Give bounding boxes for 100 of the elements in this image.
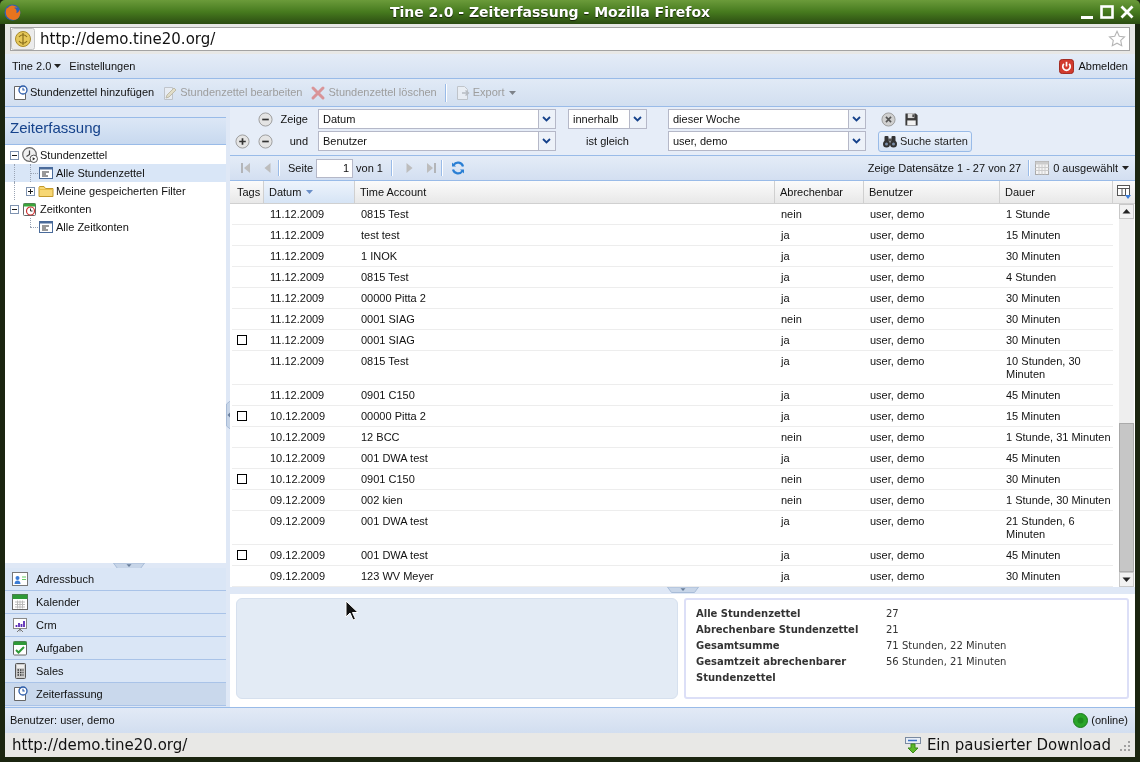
- minus-circle-icon[interactable]: [258, 111, 273, 127]
- table-cell-text: 002 kien: [360, 493, 404, 508]
- table-cell-text: 30 Minuten: [1005, 312, 1062, 327]
- table-cell-text: ja: [779, 514, 791, 529]
- calendar-clock-icon: [22, 201, 38, 217]
- table-cell-text: 30 Minuten: [1005, 472, 1062, 487]
- table-cell-text: 09.12.2009: [269, 514, 327, 529]
- expand-icon[interactable]: [26, 186, 35, 196]
- table-cell-text: 0001 SIAG: [360, 312, 416, 327]
- mouse-pointer-icon: [345, 600, 359, 621]
- table-cell-text: 0001 SIAG: [360, 333, 416, 348]
- filter-label: Zeige: [280, 111, 308, 127]
- record-count: Zeige Datensätze 1 - 27 von 27: [867, 160, 1022, 176]
- app-item[interactable]: Adressbuch: [5, 568, 226, 591]
- clear-filter-icon[interactable]: [881, 111, 896, 127]
- page-label: Seite: [288, 160, 314, 176]
- table-cell-text: user, demo: [869, 514, 926, 529]
- table-cell-text: 1 Stunde, 30 Minuten: [1005, 493, 1112, 508]
- selection-button[interactable]: 0 ausgewählt: [1034, 158, 1129, 178]
- table-cell-text: 15 Minuten: [1005, 409, 1062, 424]
- star-icon[interactable]: [1108, 30, 1126, 48]
- table-cell-text: user, demo: [869, 409, 926, 424]
- column-header[interactable]: Time Account: [355, 181, 775, 203]
- table-cell-text: 0901 C150: [360, 388, 416, 403]
- page-field[interactable]: 1: [316, 158, 354, 178]
- save-icon[interactable]: [904, 111, 919, 127]
- address-field[interactable]: http://demo.tine20.org/: [10, 27, 1130, 51]
- column-header[interactable]: Dauer: [1000, 181, 1113, 203]
- window-title: Tine 2.0 - Zeiterfassung - Mozilla Firefox: [389, 3, 711, 21]
- caret-icon: [508, 90, 516, 95]
- table-cell-text: 4 Stunden: [1005, 270, 1058, 285]
- search-button[interactable]: Suche starten: [878, 130, 972, 152]
- document-clock-icon: [12, 686, 28, 702]
- chevron-down-icon: [848, 110, 865, 128]
- resize-grip-icon[interactable]: [1117, 738, 1131, 752]
- column-header[interactable]: Benutzer: [864, 181, 1000, 203]
- plus-circle-icon[interactable]: [235, 133, 250, 149]
- table-cell-text: 45 Minuten: [1005, 451, 1062, 466]
- maximize-icon[interactable]: [1099, 4, 1115, 20]
- combo-box[interactable]: user, demo: [668, 131, 866, 151]
- app-item[interactable]: Crm: [5, 614, 226, 637]
- table-cell-text: 10.12.2009: [269, 451, 327, 466]
- app-item[interactable]: Aufgaben: [5, 637, 226, 660]
- table-cell-text: 1 INOK: [360, 249, 399, 264]
- download-icon: [903, 736, 922, 754]
- scrollbar[interactable]: [1119, 204, 1134, 587]
- table-cell-text: 001 DWA test: [360, 451, 429, 466]
- folder-icon: [38, 183, 54, 199]
- summary-value: 71 Stunden, 22 Minuten: [886, 640, 1007, 651]
- column-header[interactable]: Datum: [264, 181, 355, 203]
- table-cell-text: user, demo: [869, 228, 926, 243]
- table-cell-text: 10.12.2009: [269, 472, 327, 487]
- summary-value: 21: [886, 624, 899, 635]
- table-cell-text: ja: [779, 409, 791, 424]
- chevron-down-icon: [538, 110, 555, 128]
- column-header[interactable]: Abrechenbar: [775, 181, 864, 203]
- table-cell-text: 45 Minuten: [1005, 548, 1062, 563]
- table-cell-text: user, demo: [869, 569, 926, 584]
- minus-circle-icon[interactable]: [258, 133, 273, 149]
- combo-box[interactable]: dieser Woche: [668, 109, 866, 129]
- caret-icon: [54, 64, 62, 68]
- page-count: von 1: [356, 160, 383, 176]
- chevron-down-icon: [538, 132, 555, 150]
- download-status-button[interactable]: Ein pausierter Download: [903, 733, 1111, 757]
- column-menu-icon[interactable]: [1116, 184, 1132, 200]
- site-identity-icon[interactable]: [11, 28, 35, 50]
- combo-box[interactable]: Datum: [318, 109, 556, 129]
- app-item[interactable]: Kalender: [5, 591, 226, 614]
- table-cell-text: 0815 Test: [360, 354, 410, 369]
- table-cell-text: 09.12.2009: [269, 493, 327, 508]
- toolbar-button[interactable]: Stundenzettel hinzufügen: [9, 81, 158, 104]
- scrollbar-thumb[interactable]: [1119, 423, 1134, 572]
- caret-icon: [1122, 166, 1129, 170]
- list-icon: [38, 219, 54, 235]
- table-cell-text: 15 Minuten: [1005, 228, 1062, 243]
- table-cell-text: 10.12.2009: [269, 430, 327, 445]
- logout-button[interactable]: Abmelden: [1056, 55, 1131, 77]
- table-cell-text: 30 Minuten: [1005, 333, 1062, 348]
- app-item[interactable]: Zeiterfassung: [5, 683, 226, 706]
- menu-button[interactable]: Tine 2.0: [8, 55, 66, 77]
- chevron-down-icon: [848, 132, 865, 150]
- table-cell-text: 11.12.2009: [269, 228, 326, 243]
- chevron-down-icon: [629, 110, 646, 128]
- refresh-icon[interactable]: [450, 160, 466, 176]
- close-icon[interactable]: [1119, 4, 1135, 20]
- menu-button[interactable]: Einstellungen: [65, 55, 140, 77]
- collapse-icon[interactable]: [10, 204, 19, 214]
- table-cell-text: 123 WV Meyer: [360, 569, 435, 584]
- table-cell-text: ja: [779, 291, 791, 306]
- table-cell-text: user, demo: [869, 333, 926, 348]
- combo-box[interactable]: Benutzer: [318, 131, 556, 151]
- app-item[interactable]: Sales: [5, 660, 226, 683]
- combo-box[interactable]: innerhalb: [568, 109, 647, 129]
- operator-label: ist gleich: [586, 133, 629, 149]
- summary-label: Gesamtsumme: [696, 640, 780, 651]
- table-cell-text: 001 DWA test: [360, 514, 429, 529]
- collapse-icon[interactable]: [10, 150, 19, 160]
- tree-item[interactable]: Alle Stundenzettel: [5, 164, 226, 182]
- table-cell-text: 10 Stunden, 30 Minuten: [1005, 354, 1082, 382]
- table-cell-text: user, demo: [869, 451, 926, 466]
